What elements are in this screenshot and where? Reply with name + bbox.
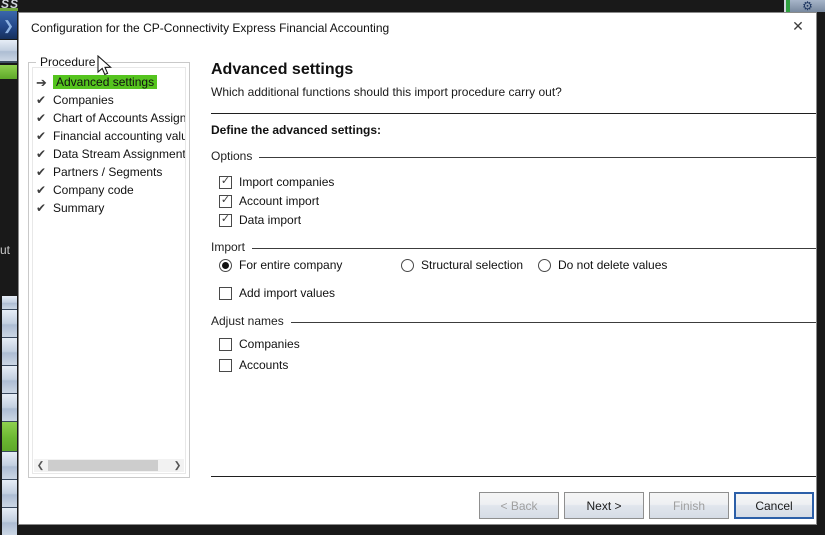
- checkbox-icon: [219, 287, 232, 300]
- toolbar-button[interactable]: [2, 508, 17, 535]
- radio-icon: [401, 259, 414, 272]
- radio-icon: [538, 259, 551, 272]
- toolbar-button[interactable]: [2, 296, 17, 310]
- import-section-header: Import: [211, 240, 816, 254]
- check-icon: ✔: [36, 184, 53, 196]
- procedure-item-label: Data Stream Assignment: [53, 147, 186, 161]
- checkbox-label: Account import: [239, 194, 319, 208]
- page-title: Advanced settings: [211, 61, 353, 79]
- background-settings-button[interactable]: ⚙: [790, 0, 825, 12]
- section-rule: [252, 248, 816, 249]
- checkbox-label: Data import: [239, 213, 301, 227]
- checkbox-label: Accounts: [239, 358, 288, 372]
- procedure-item-partners-segments[interactable]: ✔ Partners / Segments: [33, 163, 185, 181]
- procedure-item-label: Chart of Accounts Assignment: [53, 111, 186, 125]
- section-rule: [259, 157, 816, 158]
- define-settings-label: Define the advanced settings:: [211, 123, 381, 137]
- check-icon: ✔: [36, 202, 53, 214]
- scroll-right-icon[interactable]: ❯: [171, 459, 184, 472]
- check-icon: ✔: [36, 112, 53, 124]
- toolbar-button-green[interactable]: [0, 65, 17, 79]
- checkbox-icon: [219, 338, 232, 351]
- checkbox-label: Import companies: [239, 175, 334, 189]
- toolbar-button[interactable]: [2, 310, 17, 338]
- toolbar-button[interactable]: [2, 394, 17, 422]
- procedure-item-financial-values[interactable]: ✔ Financial accounting values: [33, 127, 185, 145]
- adjust-names-section-header: Adjust names: [211, 314, 816, 328]
- procedure-item-label: Companies: [53, 93, 114, 107]
- check-icon: ✔: [36, 148, 53, 160]
- radio-label: Structural selection: [421, 258, 523, 272]
- scrollbar-thumb[interactable]: [48, 460, 158, 471]
- adjust-names-label: Adjust names: [211, 314, 284, 328]
- procedure-item-company-code[interactable]: ✔ Company code: [33, 181, 185, 199]
- checkbox-add-import-values[interactable]: Add import values: [219, 286, 335, 300]
- close-icon: ✕: [792, 18, 804, 34]
- checkbox-accounts[interactable]: Accounts: [219, 358, 288, 372]
- radio-label: Do not delete values: [558, 258, 667, 272]
- radio-do-not-delete-values[interactable]: Do not delete values: [538, 258, 667, 272]
- wizard-dialog: Configuration for the CP-Connectivity Ex…: [18, 12, 817, 525]
- checkbox-checked-icon: ✓: [219, 214, 232, 227]
- divider: [211, 476, 816, 477]
- dialog-title: Configuration for the CP-Connectivity Ex…: [31, 21, 389, 35]
- procedure-item-label: Partners / Segments: [53, 165, 162, 179]
- toolbar-button[interactable]: [2, 338, 17, 366]
- cancel-button[interactable]: Cancel: [734, 492, 814, 519]
- back-button[interactable]: < Back: [479, 492, 559, 519]
- close-button[interactable]: ✕: [787, 15, 809, 37]
- procedure-item-label: Summary: [53, 201, 104, 215]
- checkbox-icon: [219, 359, 232, 372]
- background-partial-text: ut: [0, 243, 10, 257]
- arrow-right-icon: ➔: [36, 76, 53, 89]
- procedure-item-companies[interactable]: ✔ Companies: [33, 91, 185, 109]
- toolbar-button-green[interactable]: [2, 422, 17, 452]
- page-subtitle: Which additional functions should this i…: [211, 85, 562, 99]
- toolbar-button[interactable]: [2, 480, 17, 508]
- check-icon: ✔: [36, 130, 53, 142]
- next-button[interactable]: Next >: [564, 492, 644, 519]
- finish-button[interactable]: Finish: [649, 492, 729, 519]
- scroll-left-icon[interactable]: ❮: [34, 459, 47, 472]
- procedure-item-chart-of-accounts[interactable]: ✔ Chart of Accounts Assignment: [33, 109, 185, 127]
- chevron-right-icon: ❯: [3, 19, 14, 32]
- procedure-item-label: Company code: [53, 183, 134, 197]
- check-icon: ✔: [36, 166, 53, 178]
- checkbox-label: Companies: [239, 337, 300, 351]
- checkbox-import-companies[interactable]: ✓ Import companies: [219, 175, 334, 189]
- radio-structural-selection[interactable]: Structural selection: [401, 258, 523, 272]
- import-label: Import: [211, 240, 245, 254]
- checkbox-companies[interactable]: Companies: [219, 337, 300, 351]
- checkbox-checked-icon: ✓: [219, 195, 232, 208]
- wizard-button-row: < Back Next > Finish Cancel: [479, 492, 814, 519]
- section-rule: [291, 322, 816, 323]
- procedure-item-label: Advanced settings: [53, 75, 157, 89]
- divider: [211, 113, 816, 114]
- toolbar-button[interactable]: [0, 40, 17, 63]
- procedure-list[interactable]: ➔ Advanced settings ✔ Companies ✔ Chart …: [32, 67, 186, 474]
- checkbox-data-import[interactable]: ✓ Data import: [219, 213, 301, 227]
- background-chevron-button[interactable]: ❯: [0, 11, 17, 39]
- checkbox-checked-icon: ✓: [219, 176, 232, 189]
- radio-selected-icon: [219, 259, 232, 272]
- toolbar-button[interactable]: [2, 452, 17, 480]
- options-section-header: Options: [211, 149, 816, 163]
- toolbar-button[interactable]: [2, 366, 17, 394]
- procedure-item-summary[interactable]: ✔ Summary: [33, 199, 185, 217]
- checkbox-account-import[interactable]: ✓ Account import: [219, 194, 319, 208]
- procedure-groupbox: Procedure ➔ Advanced settings ✔ Companie…: [28, 62, 190, 478]
- procedure-item-advanced-settings[interactable]: ➔ Advanced settings: [33, 73, 185, 91]
- procedure-item-label: Financial accounting values: [53, 129, 186, 143]
- horizontal-scrollbar[interactable]: ❮ ❯: [34, 459, 184, 472]
- background-toolbar-strip: [2, 296, 17, 535]
- gear-icon: ⚙: [802, 0, 813, 12]
- check-icon: ✔: [36, 94, 53, 106]
- radio-for-entire-company[interactable]: For entire company: [219, 258, 342, 272]
- procedure-item-data-stream[interactable]: ✔ Data Stream Assignment: [33, 145, 185, 163]
- options-label: Options: [211, 149, 252, 163]
- radio-label: For entire company: [239, 258, 342, 272]
- checkbox-label: Add import values: [239, 286, 335, 300]
